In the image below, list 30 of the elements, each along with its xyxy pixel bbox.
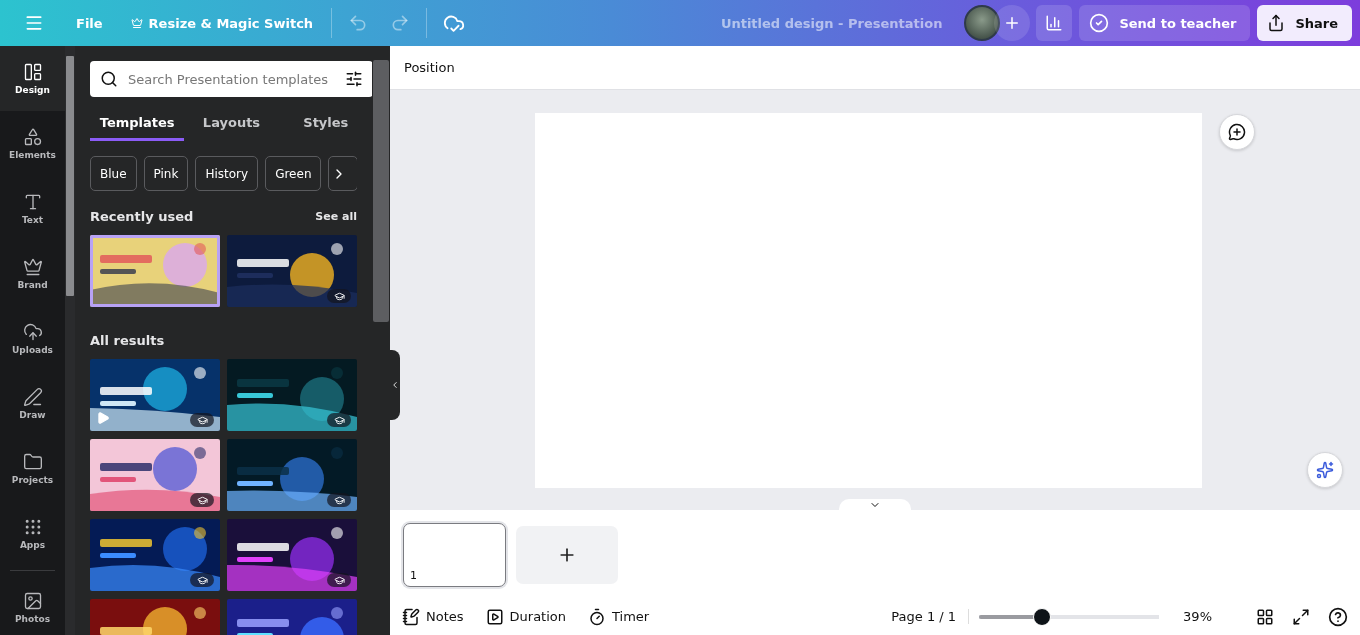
section-title: Recently used <box>90 209 194 224</box>
sidebar-item[interactable]: Elements <box>0 111 65 176</box>
send-to-teacher-button[interactable]: Send to teacher <box>1079 5 1251 41</box>
position-button[interactable]: Position <box>404 60 455 75</box>
sidebar-item[interactable]: Photos <box>0 575 65 635</box>
sidebar-item[interactable]: Text <box>0 176 65 241</box>
sidebar-item[interactable]: Projects <box>0 436 65 501</box>
filter-chip[interactable]: History <box>195 156 259 191</box>
sidebar-item[interactable]: Draw <box>0 371 65 436</box>
notes-button[interactable]: Notes <box>402 607 464 626</box>
search-field[interactable]: Search Presentation templates <box>126 70 337 88</box>
filter-chip[interactable]: Green <box>265 156 322 191</box>
filter-chip[interactable]: Pink <box>143 156 189 191</box>
filter-chip[interactable]: Blue <box>90 156 137 191</box>
share-button[interactable]: Share <box>1257 5 1352 41</box>
sidebar-item[interactable]: Apps <box>0 501 65 566</box>
page-indicator[interactable]: Page 1 / 1 <box>891 609 970 624</box>
tab[interactable]: Styles <box>278 111 372 141</box>
tab[interactable]: Templates <box>90 111 185 141</box>
timer-button[interactable]: Timer <box>588 607 650 626</box>
sidebar-item[interactable]: Uploads <box>0 306 65 371</box>
sidebar-item[interactable]: Design <box>0 46 65 111</box>
sidebar-item[interactable]: Brand <box>0 241 65 306</box>
tab[interactable]: Layouts <box>184 111 279 141</box>
section-title: All results <box>90 333 165 348</box>
see-all-link[interactable]: See all <box>315 210 357 223</box>
duration-button[interactable]: Duration <box>485 607 566 626</box>
page-thumbnail[interactable]: 1 <box>403 523 506 587</box>
search-bar[interactable]: Search Presentation templates <box>90 61 372 97</box>
zoom-level[interactable]: 39% <box>1183 609 1212 624</box>
